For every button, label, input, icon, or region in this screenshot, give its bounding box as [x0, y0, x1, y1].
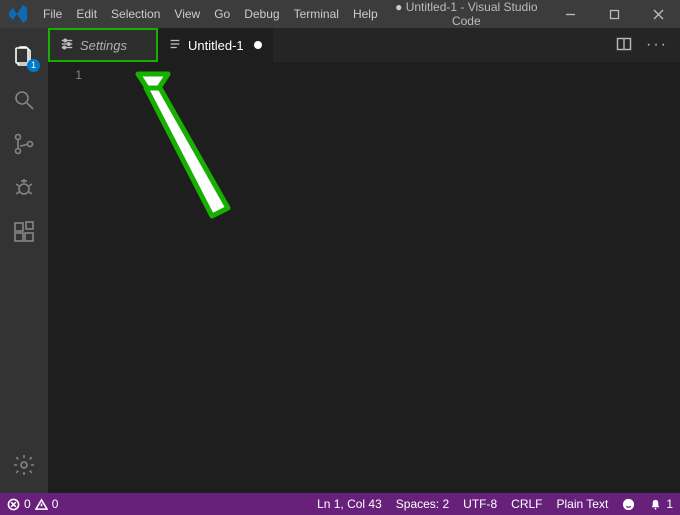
menu-help[interactable]: Help: [346, 0, 385, 28]
status-eol[interactable]: CRLF: [504, 493, 549, 515]
status-encoding[interactable]: UTF-8: [456, 493, 504, 515]
tab-untitled-label: Untitled-1: [188, 38, 244, 53]
activity-extensions[interactable]: [0, 210, 48, 254]
split-editor-icon[interactable]: [616, 36, 632, 55]
activity-settings[interactable]: [0, 443, 48, 487]
workbench: 1 Settings: [0, 28, 680, 493]
vscode-logo-icon: [6, 2, 30, 26]
activity-source-control[interactable]: [0, 122, 48, 166]
settings-icon: [60, 37, 74, 54]
status-cursor[interactable]: Ln 1, Col 43: [310, 493, 389, 515]
line-gutter: 1: [48, 62, 98, 493]
menu-bar: File Edit Selection View Go Debug Termin…: [36, 0, 385, 28]
file-icon: [168, 37, 182, 54]
editor-text[interactable]: [98, 62, 680, 493]
minimize-button[interactable]: [548, 0, 592, 28]
status-bar: 0 0 Ln 1, Col 43 Spaces: 2 UTF-8 CRLF Pl…: [0, 493, 680, 515]
window-title: ● Untitled-1 - Visual Studio Code: [385, 0, 548, 28]
status-problems[interactable]: 0 0: [0, 493, 65, 515]
tab-settings[interactable]: Settings: [48, 28, 158, 62]
dirty-indicator-icon: [254, 41, 262, 49]
explorer-badge: 1: [27, 59, 40, 72]
more-actions-icon[interactable]: ···: [646, 36, 668, 54]
menu-file[interactable]: File: [36, 0, 69, 28]
tab-settings-label: Settings: [80, 38, 127, 53]
window-controls: [548, 0, 680, 28]
menu-terminal[interactable]: Terminal: [287, 0, 346, 28]
menu-view[interactable]: View: [167, 0, 207, 28]
tab-untitled[interactable]: Untitled-1: [158, 28, 273, 62]
editor-area: Settings Untitled-1 ··· 1: [48, 28, 680, 493]
maximize-button[interactable]: [592, 0, 636, 28]
status-language[interactable]: Plain Text: [550, 493, 616, 515]
editor[interactable]: 1: [48, 62, 680, 493]
status-indent[interactable]: Spaces: 2: [389, 493, 456, 515]
status-feedback-icon[interactable]: [615, 493, 642, 515]
tab-bar: Settings Untitled-1 ···: [48, 28, 680, 62]
activity-explorer[interactable]: 1: [0, 34, 48, 78]
menu-selection[interactable]: Selection: [104, 0, 167, 28]
menu-edit[interactable]: Edit: [69, 0, 104, 28]
close-button[interactable]: [636, 0, 680, 28]
menu-go[interactable]: Go: [207, 0, 237, 28]
activity-bar: 1: [0, 28, 48, 493]
titlebar: File Edit Selection View Go Debug Termin…: [0, 0, 680, 28]
status-notifications[interactable]: 1: [642, 493, 680, 515]
activity-search[interactable]: [0, 78, 48, 122]
line-number: 1: [48, 68, 82, 82]
menu-debug[interactable]: Debug: [237, 0, 286, 28]
activity-debug[interactable]: [0, 166, 48, 210]
